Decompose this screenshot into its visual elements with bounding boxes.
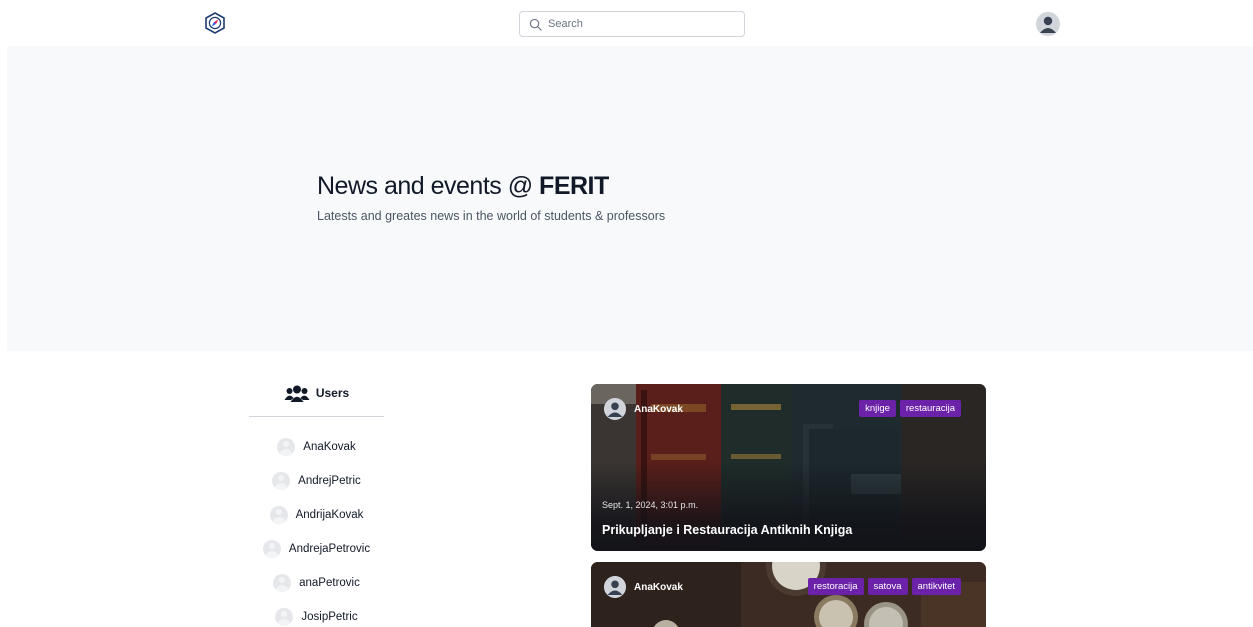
page-subtitle: Latests and greates news in the world of… <box>317 209 666 223</box>
user-list: AnaKovak AndrejPetric AndrijaKovak Andre… <box>249 430 384 627</box>
page-title: News and events @ FERIT <box>317 172 609 201</box>
tag-list: restoracija satova antikvitet <box>807 578 961 595</box>
user-avatar-icon <box>277 438 296 456</box>
post-date: Sept. 1, 2024, 3:01 p.m. <box>602 500 699 510</box>
post-author[interactable]: AnaKovak <box>604 576 683 598</box>
users-heading: Users <box>249 378 384 408</box>
user-list-item[interactable]: AndrejPetric <box>249 464 384 498</box>
users-sidebar: Users AnaKovak AndrejPetric AndrijaKovak… <box>249 378 384 627</box>
user-avatar-icon[interactable] <box>1036 12 1060 36</box>
user-avatar-icon <box>262 540 281 558</box>
title-brand: FERIT <box>539 172 609 200</box>
user-name: anaPetrovic <box>299 577 360 589</box>
tag-badge[interactable]: antikvitet <box>911 578 961 595</box>
user-name: AnaKovak <box>303 441 356 453</box>
tag-list: knjige restauracija <box>859 400 961 417</box>
post-author[interactable]: AnaKovak <box>604 398 683 420</box>
post-card[interactable]: AnaKovak knjige restauracija Sept. 1, 20… <box>591 384 986 551</box>
title-prefix: News and events @ <box>317 172 540 200</box>
search-bar[interactable] <box>519 11 745 37</box>
user-name: AndrejPetric <box>298 475 361 487</box>
author-name: AnaKovak <box>634 581 683 593</box>
user-name: JosipPetric <box>301 611 358 623</box>
user-list-item[interactable]: AnaKovak <box>249 430 384 464</box>
search-input[interactable] <box>548 18 728 30</box>
tag-badge[interactable]: restoracija <box>807 578 864 595</box>
user-name: AndrejaPetrovic <box>288 543 371 555</box>
hero-banner: News and events @ FERIT Latests and grea… <box>7 46 1253 351</box>
users-group-icon <box>284 385 310 402</box>
users-heading-label: Users <box>315 386 350 400</box>
post-card[interactable]: AnaKovak restoracija satova antikvitet <box>591 562 986 627</box>
tag-badge[interactable]: satova <box>867 578 908 595</box>
top-navbar <box>0 0 1253 46</box>
user-avatar-icon <box>272 472 291 490</box>
user-list-item[interactable]: AndrejaPetrovic <box>249 532 384 566</box>
author-avatar-icon <box>604 398 626 420</box>
divider <box>249 416 384 417</box>
user-list-item[interactable]: JosipPetric <box>249 600 384 627</box>
author-name: AnaKovak <box>634 403 683 415</box>
tag-badge[interactable]: restauracija <box>899 400 961 417</box>
tag-badge[interactable]: knjige <box>859 400 896 417</box>
user-avatar-icon <box>269 506 288 524</box>
user-name: AndrijaKovak <box>295 509 364 521</box>
post-title[interactable]: Prikupljanje i Restauracija Antiknih Knj… <box>602 523 852 537</box>
author-avatar-icon <box>604 576 626 598</box>
user-list-item[interactable]: AndrijaKovak <box>249 498 384 532</box>
user-avatar-icon <box>273 574 292 592</box>
compass-logo-icon[interactable] <box>204 12 226 34</box>
user-avatar-icon <box>275 608 294 626</box>
search-icon <box>529 18 542 31</box>
user-list-item[interactable]: anaPetrovic <box>249 566 384 600</box>
